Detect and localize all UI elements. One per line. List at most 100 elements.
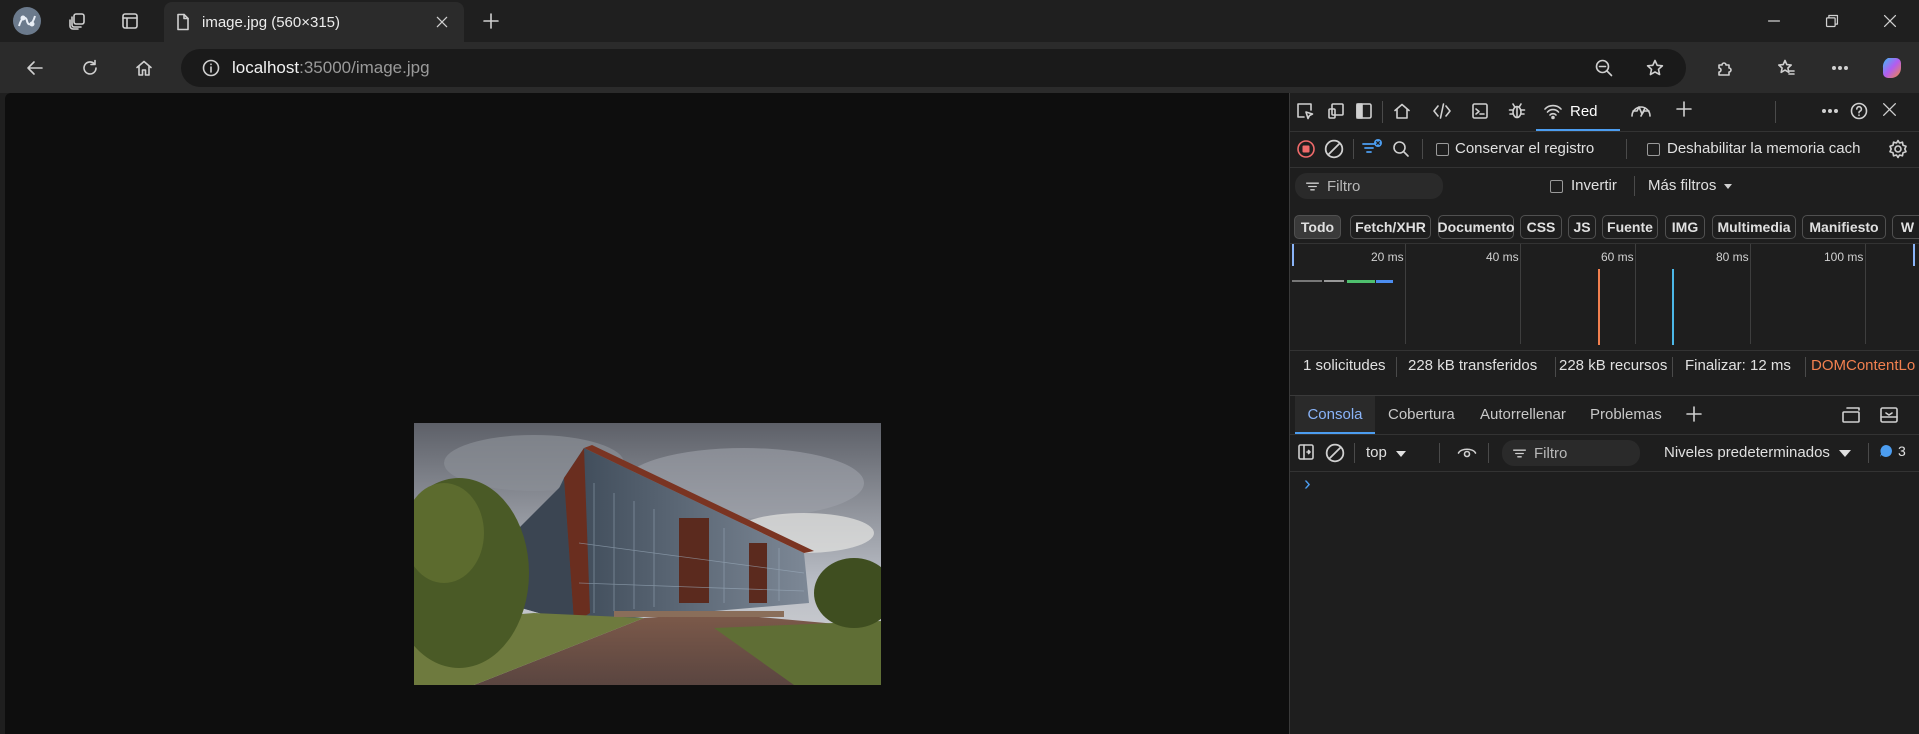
settings-menu-button[interactable] xyxy=(1825,53,1855,83)
type-filter-all[interactable]: Todo xyxy=(1294,215,1341,239)
request-bar-download xyxy=(1376,280,1393,283)
network-settings-button[interactable] xyxy=(1888,139,1908,159)
request-bar-waiting xyxy=(1347,280,1375,283)
star-icon xyxy=(1646,59,1664,76)
displayed-image[interactable] xyxy=(414,423,881,685)
home-button[interactable] xyxy=(129,53,159,83)
drawer-tab-coverage[interactable]: Cobertura xyxy=(1388,406,1455,423)
minimize-button[interactable] xyxy=(1745,0,1803,42)
restore-button[interactable] xyxy=(1803,0,1861,42)
summary-dom-content-loaded: DOMContentLo xyxy=(1811,357,1916,374)
invert-label: Invertir xyxy=(1571,177,1617,194)
favorites-button[interactable] xyxy=(1771,53,1801,83)
tab-close-button[interactable] xyxy=(430,10,454,34)
back-arrow-icon xyxy=(27,61,43,75)
tab-elements[interactable] xyxy=(1433,102,1451,120)
network-overview-timeline[interactable]: 20 ms 40 ms 60 ms 80 ms 100 ms xyxy=(1290,243,1919,351)
dock-side-button[interactable] xyxy=(1355,102,1373,120)
console-prompt[interactable]: › xyxy=(1304,473,1311,496)
address-bar[interactable]: localhost:35000/image.jpg xyxy=(181,49,1686,87)
type-filter-js[interactable]: JS xyxy=(1568,215,1596,239)
type-filter-media[interactable]: Multimedia xyxy=(1712,215,1796,239)
drawer-close-button[interactable] xyxy=(1879,406,1899,424)
inspect-element-button[interactable] xyxy=(1296,102,1314,120)
device-icon xyxy=(1328,103,1344,119)
home-icon xyxy=(1394,103,1410,119)
network-filter-input[interactable]: Filtro xyxy=(1295,173,1443,199)
filter-toggle-button[interactable] xyxy=(1361,138,1383,158)
more-filters-dropdown[interactable]: Más filtros xyxy=(1648,177,1734,194)
filter-icon xyxy=(1306,182,1319,190)
log-levels-dropdown[interactable]: Niveles predeterminados xyxy=(1664,444,1852,461)
record-button[interactable] xyxy=(1296,139,1316,159)
drawer-tab-issues[interactable]: Problemas xyxy=(1590,406,1662,423)
favorite-button[interactable] xyxy=(1646,59,1664,77)
live-expression-button[interactable] xyxy=(1457,444,1477,462)
type-filter-img[interactable]: IMG xyxy=(1665,215,1705,239)
close-window-button[interactable] xyxy=(1861,0,1919,42)
clear-button[interactable] xyxy=(1324,139,1344,159)
invert-checkbox[interactable] xyxy=(1550,180,1563,193)
workspaces-button[interactable] xyxy=(62,7,92,35)
console-output[interactable]: › xyxy=(1290,471,1919,734)
type-filter-font[interactable]: Fuente xyxy=(1602,215,1658,239)
bug-icon xyxy=(1508,103,1526,119)
devtools-panel: Red Conservar el registro Deshabilitar l… xyxy=(1289,93,1919,734)
preserve-log-checkbox[interactable] xyxy=(1436,143,1449,156)
console-sidebar-button[interactable] xyxy=(1297,443,1315,461)
type-filter-manifest[interactable]: Manifiesto xyxy=(1802,215,1886,239)
devtools-more-button[interactable] xyxy=(1821,102,1839,120)
timeline-tick-60: 60 ms xyxy=(1601,250,1634,264)
tab-network[interactable]: Red xyxy=(1536,93,1620,131)
copilot-button[interactable] xyxy=(1878,53,1908,83)
timeline-tick-100: 100 ms xyxy=(1824,250,1864,264)
tab-console[interactable] xyxy=(1471,102,1489,120)
add-tool-button[interactable] xyxy=(1675,100,1693,118)
tab-welcome[interactable] xyxy=(1393,102,1411,120)
drawer-add-tab-button[interactable] xyxy=(1685,405,1703,423)
tab-strip: image.jpg (560×315) xyxy=(0,0,1919,42)
active-tab[interactable]: image.jpg (560×315) xyxy=(164,2,464,42)
help-icon xyxy=(1850,102,1868,120)
context-selector[interactable]: top xyxy=(1366,444,1407,461)
type-filter-ws[interactable]: W xyxy=(1892,215,1919,239)
refresh-button[interactable] xyxy=(75,53,105,83)
type-filter-fetch-xhr[interactable]: Fetch/XHR xyxy=(1350,215,1431,239)
plus-icon xyxy=(1686,406,1702,422)
url-host: localhost xyxy=(232,58,300,77)
plus-icon xyxy=(1676,101,1692,117)
timeline-tick-40: 40 ms xyxy=(1486,250,1519,264)
timeline-selection-start[interactable] xyxy=(1292,244,1294,266)
more-filters-label: Más filtros xyxy=(1648,177,1717,194)
extensions-button[interactable] xyxy=(1710,53,1740,83)
device-emulation-button[interactable] xyxy=(1327,102,1345,120)
tab-sources[interactable] xyxy=(1508,102,1526,120)
vertical-tabs-button[interactable] xyxy=(115,7,145,35)
new-tab-button[interactable] xyxy=(476,7,506,35)
search-button[interactable] xyxy=(1392,140,1410,158)
drawer-undock-button[interactable] xyxy=(1841,406,1861,424)
type-filter-css[interactable]: CSS xyxy=(1520,215,1562,239)
timeline-selection-end[interactable] xyxy=(1913,244,1915,266)
zoom-button[interactable] xyxy=(1595,59,1613,77)
more-horizontal-icon xyxy=(1821,109,1839,114)
drawer-tab-autofill[interactable]: Autorrellenar xyxy=(1480,406,1566,423)
resource-type-filters: Todo Fetch/XHR Documento CSS JS Fuente I… xyxy=(1290,211,1919,243)
type-filter-document[interactable]: Documento xyxy=(1438,215,1515,239)
close-window-icon xyxy=(1883,14,1897,28)
devtools-close-button[interactable] xyxy=(1882,102,1897,117)
disable-cache-checkbox[interactable] xyxy=(1647,143,1660,156)
tab-performance[interactable] xyxy=(1630,102,1652,120)
back-button[interactable] xyxy=(20,53,50,83)
profile-avatar[interactable] xyxy=(12,7,42,35)
close-icon xyxy=(1883,103,1896,116)
plus-icon xyxy=(483,13,499,29)
clear-icon xyxy=(1324,139,1344,159)
issues-counter[interactable]: 3 xyxy=(1879,443,1906,459)
devtools-help-button[interactable] xyxy=(1850,102,1868,120)
drawer-tab-console[interactable]: Consola xyxy=(1295,396,1375,434)
site-info-icon[interactable] xyxy=(202,59,220,77)
record-icon xyxy=(1297,140,1315,158)
console-filter-input[interactable]: Filtro xyxy=(1502,440,1640,466)
console-clear-button[interactable] xyxy=(1325,443,1345,463)
